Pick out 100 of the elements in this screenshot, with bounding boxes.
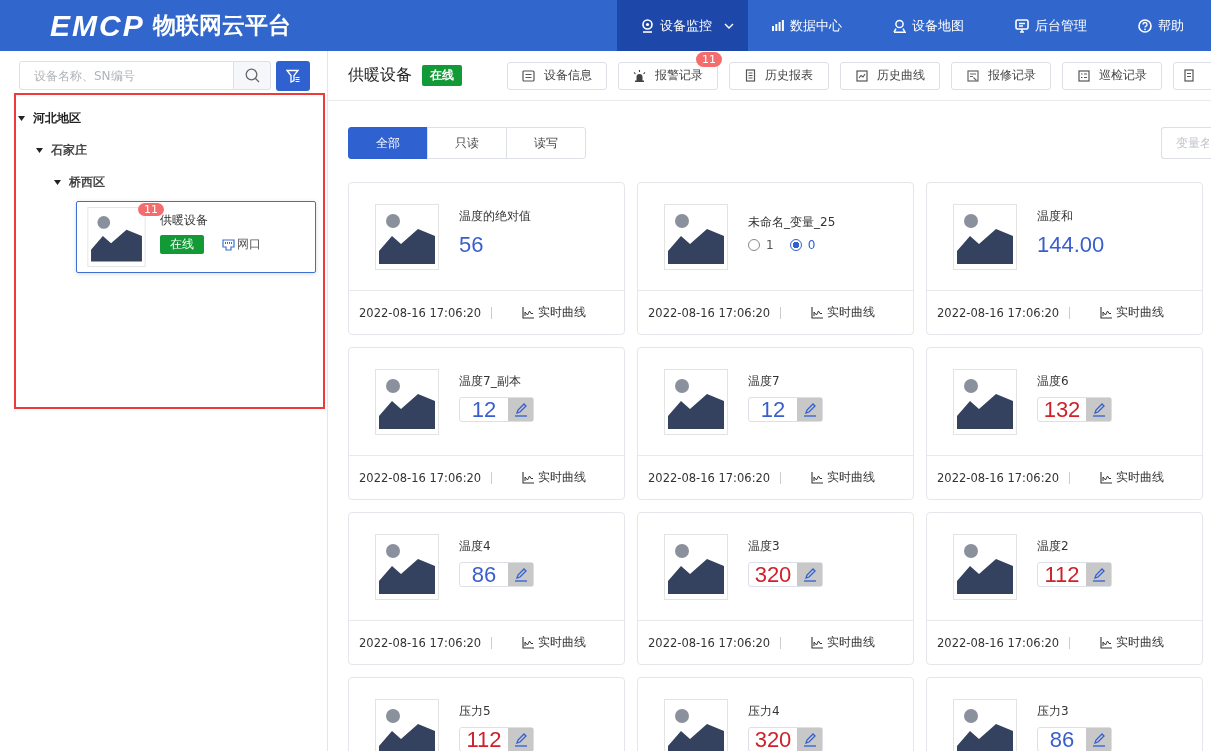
tree-item[interactable]: 河北地区 xyxy=(33,109,81,127)
update-time: 2022-08-16 17:06:20 xyxy=(648,306,782,319)
person-pin-icon xyxy=(893,18,906,33)
toolbar-button[interactable]: 历史曲线 xyxy=(840,61,940,90)
variable-name: 温度6 xyxy=(1037,373,1070,390)
update-time: 2022-08-16 17:06:20 xyxy=(648,636,782,649)
realtime-curve-link[interactable]: 实时曲线 xyxy=(522,469,587,486)
image-placeholder-icon xyxy=(375,367,439,436)
image-placeholder-icon xyxy=(375,202,439,271)
radio-label: 1 xyxy=(766,237,774,252)
line-chart-icon xyxy=(1100,471,1113,484)
variable-name: 温度的绝对值 xyxy=(459,207,531,225)
image-placeholder-icon xyxy=(664,532,728,601)
update-time: 2022-08-16 17:06:20 xyxy=(937,306,1071,319)
filter-tab[interactable]: 读写 xyxy=(506,127,586,159)
radio-label: 0 xyxy=(807,237,816,252)
realtime-curve-link[interactable]: 实时曲线 xyxy=(811,304,876,321)
radio-button[interactable] xyxy=(748,238,760,251)
line-chart-icon xyxy=(811,306,824,319)
caret-icon[interactable] xyxy=(54,179,61,185)
realtime-curve-link[interactable]: 实时曲线 xyxy=(1100,304,1165,321)
device-title: 供暖设备 xyxy=(348,65,412,86)
variable-value: 144.00 xyxy=(1037,231,1105,258)
status-tag: 在线 xyxy=(422,65,462,86)
search-field[interactable]: 设备名称、SN编号 xyxy=(19,61,234,90)
ethernet-port-icon xyxy=(222,238,235,251)
tree-item[interactable]: 桥西区 xyxy=(69,173,105,191)
toolbar-button[interactable]: 设备信息 xyxy=(507,61,607,90)
caret-icon[interactable] xyxy=(36,147,43,153)
image-placeholder-icon xyxy=(87,207,146,267)
tree-item[interactable]: 石家庄 xyxy=(51,141,87,159)
nav-item[interactable]: 数据中心 xyxy=(748,0,869,51)
form-icon xyxy=(966,69,979,82)
image-placeholder-icon xyxy=(953,202,1017,271)
toolbar-button[interactable] xyxy=(1173,61,1211,90)
platform-title: 物联网云平台 xyxy=(152,11,291,40)
filter-button[interactable] xyxy=(276,61,310,91)
status-tag: 在线 xyxy=(160,235,204,254)
line-chart-icon xyxy=(522,471,535,484)
help-icon xyxy=(1138,18,1152,33)
image-placeholder-icon xyxy=(953,532,1017,601)
image-placeholder-icon xyxy=(664,202,728,271)
line-chart-icon xyxy=(522,306,535,319)
bar-chart-icon xyxy=(772,20,784,31)
list-card-icon xyxy=(522,69,535,82)
line-chart-icon xyxy=(1100,306,1113,319)
nav-item[interactable]: 设备监控 xyxy=(617,0,748,51)
update-time: 2022-08-16 17:06:20 xyxy=(937,471,1071,484)
update-time: 2022-08-16 17:06:20 xyxy=(359,306,493,319)
nav-item[interactable]: 设备地图 xyxy=(869,0,991,51)
filter-tab[interactable]: 只读 xyxy=(427,127,507,159)
variable-name: 温度2 xyxy=(1037,538,1070,555)
siren-icon xyxy=(633,69,646,82)
document-icon xyxy=(1184,69,1195,82)
realtime-curve-link[interactable]: 实时曲线 xyxy=(811,469,876,486)
update-time: 2022-08-16 17:06:20 xyxy=(937,636,1071,649)
filter-tab[interactable]: 全部 xyxy=(348,127,428,159)
update-time: 2022-08-16 17:06:20 xyxy=(359,471,493,484)
variable-name: 温度7 xyxy=(748,373,781,390)
nav-item[interactable]: 帮助 xyxy=(1114,0,1211,51)
realtime-curve-link[interactable]: 实时曲线 xyxy=(522,634,587,651)
variable-name: 温度3 xyxy=(748,538,781,555)
image-placeholder-icon xyxy=(664,367,728,436)
radio-button[interactable] xyxy=(789,238,802,251)
monitor-icon xyxy=(1015,18,1029,33)
realtime-curve-link[interactable]: 实时曲线 xyxy=(1100,634,1165,651)
variable-name: 温度7_副本 xyxy=(459,373,522,390)
alarm-count-badge: 11 xyxy=(696,51,722,67)
document-icon xyxy=(745,69,756,82)
filter-icon xyxy=(286,69,300,83)
network-type: 网口 xyxy=(237,236,261,253)
realtime-curve-link[interactable]: 实时曲线 xyxy=(522,304,587,321)
line-chart-icon xyxy=(522,636,535,649)
chevron-down-icon xyxy=(724,22,734,29)
update-time: 2022-08-16 17:06:20 xyxy=(648,471,782,484)
toolbar-button[interactable]: 巡检记录 xyxy=(1062,61,1162,90)
variable-name: 温度4 xyxy=(459,538,492,555)
search-button[interactable] xyxy=(234,61,271,90)
image-placeholder-icon xyxy=(375,532,439,601)
search-icon xyxy=(244,68,260,83)
line-chart-icon xyxy=(855,69,868,82)
nav-item[interactable]: 后台管理 xyxy=(991,0,1114,51)
toolbar-button[interactable]: 历史报表 xyxy=(729,61,829,90)
line-chart-icon xyxy=(811,471,824,484)
toolbar-button[interactable]: 报修记录 xyxy=(951,61,1051,90)
line-chart-icon xyxy=(1100,636,1113,649)
variable-name: 压力5 xyxy=(459,703,492,720)
variable-name: 温度和 xyxy=(1037,207,1074,225)
logo: EMCP xyxy=(50,8,145,43)
update-time: 2022-08-16 17:06:20 xyxy=(359,636,493,649)
variable-name: 压力3 xyxy=(1037,703,1070,720)
realtime-curve-link[interactable]: 实时曲线 xyxy=(811,634,876,651)
alarm-count-badge: 11 xyxy=(138,203,164,216)
realtime-curve-link[interactable]: 实时曲线 xyxy=(1100,469,1165,486)
image-placeholder-icon xyxy=(953,367,1017,436)
device-card[interactable]: 11 供暖设备 在线 网口 xyxy=(76,201,316,273)
checklist-icon xyxy=(1077,69,1090,82)
caret-icon[interactable] xyxy=(18,115,25,121)
variable-name: 未命名_变量_25 xyxy=(748,213,836,231)
line-chart-icon xyxy=(811,636,824,649)
